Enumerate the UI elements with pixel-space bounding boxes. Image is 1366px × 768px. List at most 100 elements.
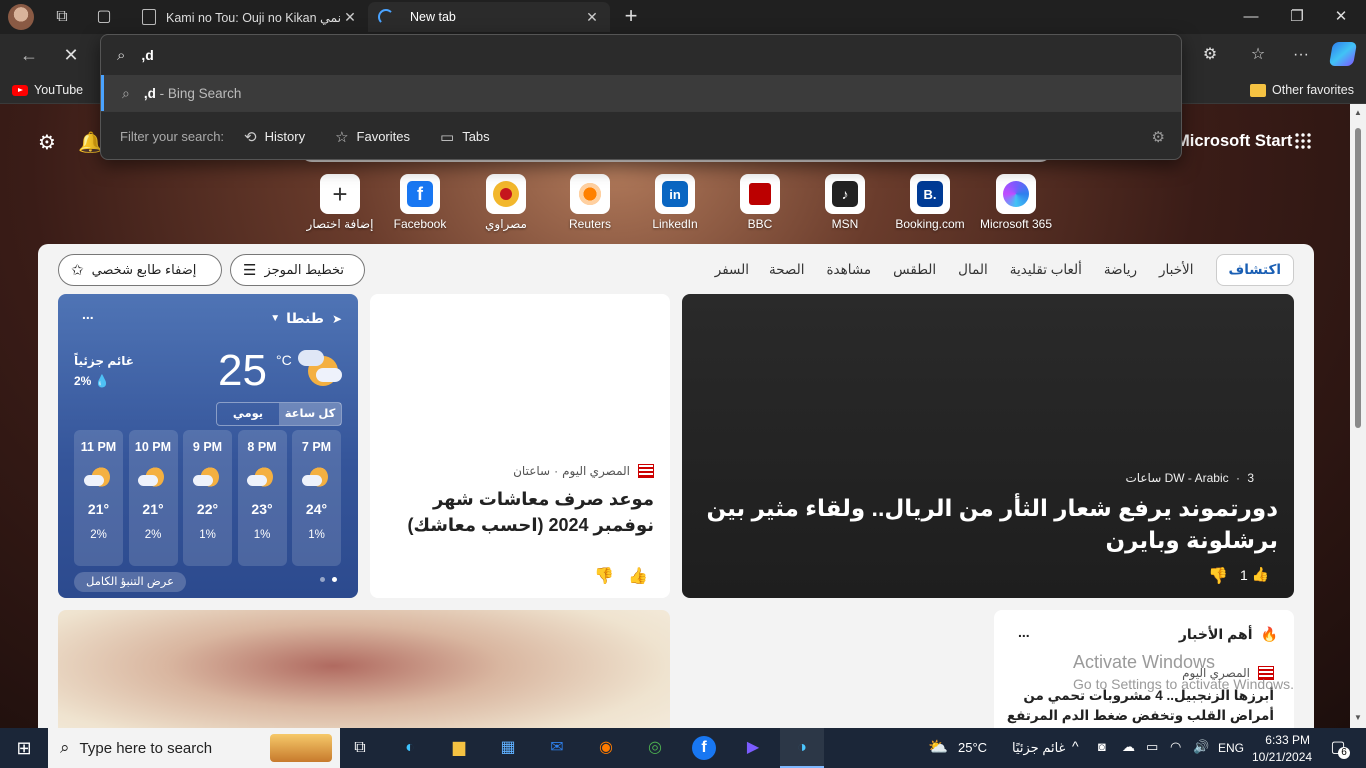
stop-loading-icon[interactable]: ✕: [58, 42, 84, 68]
quicklink-linkedin[interactable]: in LinkedIn: [633, 174, 717, 231]
quicklink-add-shortcut[interactable]: + إضافة اختصار: [298, 174, 382, 231]
tab-hourly[interactable]: كل ساعة: [279, 403, 341, 425]
microsoft-store-icon[interactable]: ▦: [496, 736, 520, 760]
like-button[interactable]: 1 👍: [1240, 566, 1269, 583]
quicklink-reuters[interactable]: Reuters: [548, 174, 632, 231]
news-card-dortmund[interactable]: DW - Arabic · 3 ساعات دورتموند يرفع شعار…: [682, 294, 1294, 598]
tab-daily[interactable]: يومي: [217, 403, 279, 425]
vertical-tabs-icon[interactable]: ▢: [94, 7, 114, 27]
personalize-button[interactable]: ✩ إضفاء طابع شخصي: [58, 254, 222, 286]
language-indicator[interactable]: ENG: [1218, 741, 1244, 755]
scrollbar-thumb[interactable]: [1355, 128, 1361, 428]
volume-icon[interactable]: 🔊: [1193, 739, 1209, 755]
carousel-dot-active[interactable]: [332, 577, 337, 582]
tab-health[interactable]: الصحة: [769, 262, 805, 278]
location-selector[interactable]: ▼ طنطا ➤: [270, 310, 342, 327]
apps-waffle-icon[interactable]: [1294, 132, 1312, 150]
gear-icon[interactable]: ⚙: [1152, 128, 1165, 146]
feed-layout-button[interactable]: ☰ تخطيط الموجز: [230, 254, 365, 286]
more-menu-icon[interactable]: ···: [1289, 43, 1313, 67]
minimize-button[interactable]: —: [1228, 0, 1274, 34]
copilot-icon[interactable]: [1328, 42, 1358, 66]
tab-money[interactable]: المال: [958, 262, 988, 278]
news-headline[interactable]: أبرزها الزنجبيل.. 4 مشروبات تحمي من أمرا…: [1004, 686, 1274, 726]
quicklink-booking[interactable]: B. Booking.com: [888, 174, 972, 231]
address-bar[interactable]: ⌕ ,d: [101, 35, 1181, 75]
tab-sports[interactable]: رياضة: [1104, 262, 1137, 278]
fire-icon: 🔥: [1260, 626, 1278, 642]
hour-forecast: 8 PM 23° 1%: [237, 430, 287, 566]
clock-date[interactable]: 10/21/2024: [1252, 750, 1312, 764]
back-arrow-icon[interactable]: ←: [16, 42, 42, 68]
tab-title: Kami no Tou: Ouji no Kikan انمي: [166, 10, 342, 25]
dislike-icon[interactable]: 👎: [594, 566, 614, 586]
taskbar-search-box[interactable]: ⌕ Type here to search: [48, 728, 340, 768]
quicklink-facebook[interactable]: f Facebook: [378, 174, 462, 231]
tab-new-tab[interactable]: New tab ✕: [368, 2, 610, 32]
workspaces-icon[interactable]: ⧉: [52, 7, 72, 27]
extensions-icon[interactable]: ⚙: [1198, 43, 1222, 67]
facebook-icon[interactable]: f: [692, 736, 716, 760]
tab-watch[interactable]: مشاهدة: [826, 262, 871, 278]
filter-favorites[interactable]: ☆ Favorites: [335, 128, 410, 146]
weather-card[interactable]: ... ▼ طنطا ➤ غائم جزئياً 2% 💧 25 °C يومي…: [58, 294, 358, 598]
filter-history[interactable]: ⟲ History: [244, 128, 305, 146]
bing-search-suggestion[interactable]: ⌕ ,d - Bing Search: [101, 75, 1181, 111]
close-tab-icon[interactable]: ✕: [342, 9, 358, 26]
restore-button[interactable]: ❐: [1274, 0, 1320, 34]
full-forecast-link[interactable]: عرض التنبؤ الكامل: [74, 572, 186, 592]
tab-discover[interactable]: اكتشاف: [1215, 254, 1294, 286]
page-scrollbar[interactable]: ▲ ▼: [1350, 104, 1366, 728]
favorite-youtube[interactable]: YouTube: [12, 81, 83, 99]
more-options-icon[interactable]: ...: [82, 306, 94, 322]
profile-avatar[interactable]: [8, 4, 34, 30]
news-image-card[interactable]: [58, 610, 670, 728]
taskbar-weather-temp[interactable]: 25°C: [958, 740, 987, 755]
filter-tabs[interactable]: ▭ Tabs: [440, 128, 490, 146]
close-window-button[interactable]: ✕: [1318, 0, 1364, 34]
meet-now-icon[interactable]: ◙: [1098, 739, 1106, 754]
hour-time: 11 PM: [80, 440, 117, 454]
clipchamp-icon[interactable]: ▶: [741, 736, 765, 760]
tab-weather[interactable]: الطقس: [893, 262, 936, 278]
close-tab-icon[interactable]: ✕: [584, 9, 600, 26]
taskbar-weather-text[interactable]: غائم جزئيًا: [1012, 740, 1065, 756]
carousel-dot[interactable]: [320, 577, 325, 582]
task-view-icon[interactable]: ⧉: [348, 736, 372, 760]
firefox-icon[interactable]: ◉: [594, 736, 618, 760]
scroll-up-icon[interactable]: ▲: [1353, 108, 1363, 117]
like-icon[interactable]: 👍: [628, 566, 648, 586]
quicklink-microsoft-365[interactable]: Microsoft 365: [974, 174, 1058, 231]
news-headline[interactable]: موعد صرف معاشات شهر نوفمبر 2024 (احسب مع…: [384, 486, 654, 538]
file-explorer-icon[interactable]: ▆: [447, 736, 471, 760]
news-card-pensions[interactable]: المصري اليوم · ساعتان موعد صرف معاشات شه…: [370, 294, 670, 598]
outlook-icon[interactable]: ✉: [545, 736, 569, 760]
other-favorites[interactable]: Other favorites: [1250, 81, 1354, 99]
edge-icon[interactable]: ◐: [398, 736, 422, 760]
quicklink-label: MSN: [831, 217, 859, 231]
chrome-icon[interactable]: ◎: [643, 736, 667, 760]
wifi-icon[interactable]: ◠: [1170, 739, 1181, 755]
scroll-down-icon[interactable]: ▼: [1353, 713, 1363, 722]
tab-classic-games[interactable]: ألعاب تقليدية: [1010, 262, 1082, 278]
new-tab-button[interactable]: +: [620, 5, 642, 27]
weather-taskbar-icon[interactable]: ⛅: [926, 736, 950, 760]
address-input[interactable]: ,d: [141, 47, 153, 63]
dislike-icon[interactable]: 👎: [1208, 566, 1228, 586]
battery-icon[interactable]: ▭: [1146, 739, 1158, 755]
windows-start-icon[interactable]: ⊞: [12, 736, 36, 760]
chevron-up-icon[interactable]: ^: [1072, 738, 1079, 754]
more-options-icon[interactable]: ...: [1018, 624, 1030, 640]
tab-kami-no-tou[interactable]: Kami no Tou: Ouji no Kikan انمي ✕: [132, 2, 368, 32]
favorites-star-icon[interactable]: ☆: [1246, 43, 1270, 67]
quicklink-msn[interactable]: ♪ MSN: [803, 174, 887, 231]
page-settings-icon[interactable]: ⚙: [38, 130, 56, 155]
quicklink-masrawy[interactable]: مصراوي: [464, 174, 548, 231]
quicklink-bbc[interactable]: BBC: [718, 174, 802, 231]
tab-travel[interactable]: السفر: [715, 262, 749, 278]
microsoft-start-logo[interactable]: Microsoft Start: [1176, 132, 1292, 151]
onedrive-cloud-icon[interactable]: ☁: [1122, 739, 1135, 755]
tab-news[interactable]: الأخبار: [1159, 262, 1194, 278]
news-headline[interactable]: دورتموند يرفع شعار الثأر من الريال.. ولق…: [698, 492, 1278, 556]
clock-time[interactable]: 6:33 PM: [1260, 733, 1310, 747]
